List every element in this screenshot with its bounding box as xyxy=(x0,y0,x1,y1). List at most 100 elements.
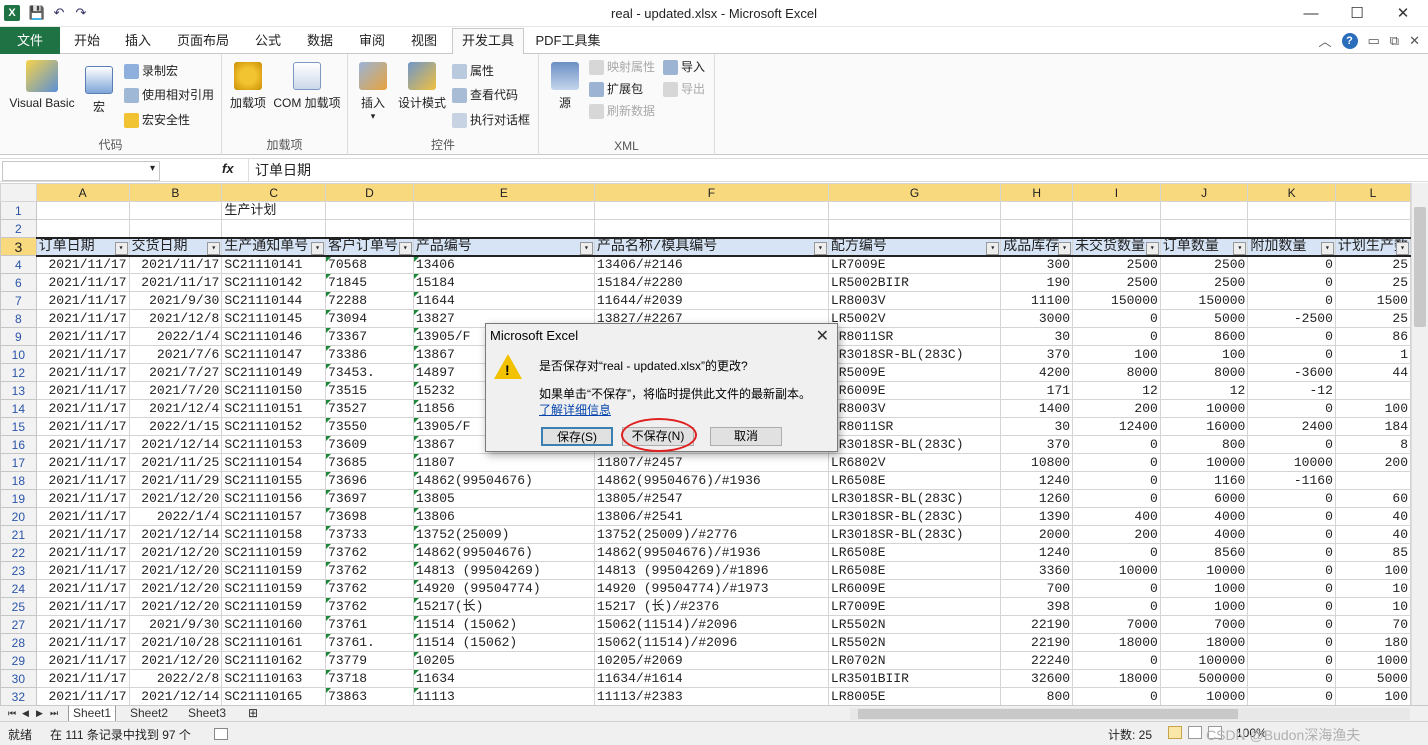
cell[interactable]: 18000 xyxy=(1072,633,1161,652)
tab-review[interactable]: 审阅 xyxy=(350,29,394,54)
tab-data[interactable]: 数据 xyxy=(298,29,342,54)
row-header[interactable]: 30 xyxy=(0,669,37,688)
new-sheet-icon[interactable]: ⊞ xyxy=(244,706,262,722)
cell[interactable]: SC21110163 xyxy=(221,669,327,688)
cell[interactable]: SC21110158 xyxy=(221,525,327,544)
row-header[interactable]: 17 xyxy=(0,453,37,472)
cell[interactable]: 2022/1/15 xyxy=(128,417,223,436)
cell[interactable]: SC21110141 xyxy=(221,255,327,274)
cell[interactable]: 86 xyxy=(1334,327,1411,346)
sheet-tab[interactable]: Sheet3 xyxy=(184,706,230,722)
cell[interactable]: 14920 (99504774)/#1973 xyxy=(593,579,829,598)
properties-button[interactable]: 属性 xyxy=(452,60,494,82)
cell[interactable]: 1 xyxy=(1334,345,1411,364)
cell[interactable]: 40 xyxy=(1334,525,1411,544)
cell[interactable] xyxy=(827,201,1002,220)
cell[interactable]: 73762 xyxy=(325,543,414,562)
table-header-cell[interactable]: 未交货数量 ▾ xyxy=(1072,236,1161,257)
import-button[interactable]: 导入 xyxy=(663,56,705,78)
tab-file[interactable]: 文件 xyxy=(0,27,60,54)
cell[interactable]: 0 xyxy=(1247,327,1336,346)
cell[interactable]: LR5502N xyxy=(827,633,1002,652)
cell[interactable]: 73367 xyxy=(325,327,414,346)
export-button[interactable]: 导出 xyxy=(663,78,705,100)
cell[interactable]: 11113 xyxy=(412,687,595,705)
cell[interactable]: 184 xyxy=(1334,417,1411,436)
cell[interactable]: LR6508E xyxy=(827,561,1002,580)
cell[interactable]: 1400 xyxy=(1000,399,1074,418)
page-layout-view-icon[interactable] xyxy=(1188,726,1202,739)
run-dialog-button[interactable]: 执行对话框 xyxy=(452,109,530,131)
row-header[interactable]: 19 xyxy=(0,489,37,508)
cell[interactable]: 11100 xyxy=(1000,291,1074,310)
filter-dropdown-icon[interactable]: ▾ xyxy=(579,241,593,254)
table-header-cell[interactable]: 客户订单号 ▾ xyxy=(325,236,414,257)
cell[interactable]: -2500 xyxy=(1247,309,1336,328)
column-header[interactable]: B xyxy=(128,183,223,202)
cell[interactable]: 13752(25009)/#2776 xyxy=(593,525,829,544)
cell[interactable]: 0 xyxy=(1072,543,1161,562)
relative-reference-button[interactable]: 使用相对引用 xyxy=(124,84,214,106)
cell[interactable]: 2500 xyxy=(1072,255,1161,274)
cell[interactable]: 2021/12/20 xyxy=(128,651,223,670)
cell[interactable]: 0 xyxy=(1247,579,1336,598)
cell[interactable]: 15217(长) xyxy=(412,597,595,616)
cell[interactable]: 22190 xyxy=(1000,633,1074,652)
cell[interactable]: 12400 xyxy=(1072,417,1161,436)
row-header[interactable]: 16 xyxy=(0,435,37,454)
cell[interactable]: 300 xyxy=(1000,255,1074,274)
cell[interactable]: LR7009E xyxy=(827,597,1002,616)
cell[interactable]: 0 xyxy=(1072,687,1161,705)
cell[interactable]: 180 xyxy=(1334,633,1411,652)
tab-view[interactable]: 视图 xyxy=(402,29,446,54)
cell[interactable]: LR8003V xyxy=(827,291,1002,310)
row-header[interactable]: 22 xyxy=(0,543,37,562)
cell[interactable] xyxy=(412,201,595,220)
cell[interactable]: LR0702N xyxy=(827,651,1002,670)
cell[interactable]: 2500 xyxy=(1159,255,1249,274)
cell[interactable]: 15062(11514)/#2096 xyxy=(593,633,829,652)
cell[interactable]: 0 xyxy=(1247,687,1336,705)
row-header[interactable]: 13 xyxy=(0,381,37,400)
cell[interactable]: 2021/11/17 xyxy=(35,669,130,688)
cell[interactable]: SC21110154 xyxy=(221,453,327,472)
cell[interactable]: 11514 (15062) xyxy=(412,633,595,652)
cell[interactable]: 171 xyxy=(1000,381,1074,400)
cell[interactable]: 1000 xyxy=(1159,579,1249,598)
cell[interactable]: 0 xyxy=(1247,543,1336,562)
workbook-minimize-icon[interactable]: ▭ xyxy=(1368,33,1380,49)
cell[interactable]: 11644/#2039 xyxy=(593,291,829,310)
cell[interactable]: 100 xyxy=(1159,345,1249,364)
cell[interactable]: 3000 xyxy=(1000,309,1074,328)
cell[interactable]: 2021/12/8 xyxy=(128,309,223,328)
cell[interactable]: 14862(99504676) xyxy=(412,543,595,562)
chevron-down-icon[interactable]: ▾ xyxy=(150,163,155,174)
cell[interactable]: 73527 xyxy=(325,399,414,418)
row-header[interactable]: 1 xyxy=(0,201,37,220)
cell[interactable]: 0 xyxy=(1247,291,1336,310)
cell[interactable]: 0 xyxy=(1247,345,1336,364)
cell[interactable]: 200 xyxy=(1072,399,1161,418)
scrollbar-thumb[interactable] xyxy=(858,709,1238,719)
cell[interactable]: 22240 xyxy=(1000,651,1074,670)
cell[interactable]: 72288 xyxy=(325,291,414,310)
cell[interactable]: 2022/1/4 xyxy=(128,507,223,526)
macros-button[interactable]: 宏 xyxy=(82,66,116,115)
cell[interactable]: 73762 xyxy=(325,597,414,616)
cell[interactable]: 12 xyxy=(1072,381,1161,400)
cell[interactable]: 4200 xyxy=(1000,363,1074,382)
cell[interactable]: LR8011SR xyxy=(827,417,1002,436)
cell[interactable]: 5000 xyxy=(1159,309,1249,328)
row-header[interactable]: 23 xyxy=(0,561,37,580)
filter-dropdown-icon[interactable]: ▾ xyxy=(1058,241,1072,254)
filter-dropdown-icon[interactable]: ▾ xyxy=(986,241,1000,254)
cell[interactable]: 1000 xyxy=(1334,651,1411,670)
cell[interactable]: 2021/9/30 xyxy=(128,615,223,634)
cell[interactable]: 2021/11/17 xyxy=(35,597,130,616)
cell[interactable]: 2021/11/17 xyxy=(35,399,130,418)
tab-formulas[interactable]: 公式 xyxy=(246,29,290,54)
cell[interactable]: SC21110159 xyxy=(221,543,327,562)
column-header[interactable]: C xyxy=(221,183,327,202)
cell[interactable]: 13806 xyxy=(412,507,595,526)
row-header[interactable]: 10 xyxy=(0,345,37,364)
